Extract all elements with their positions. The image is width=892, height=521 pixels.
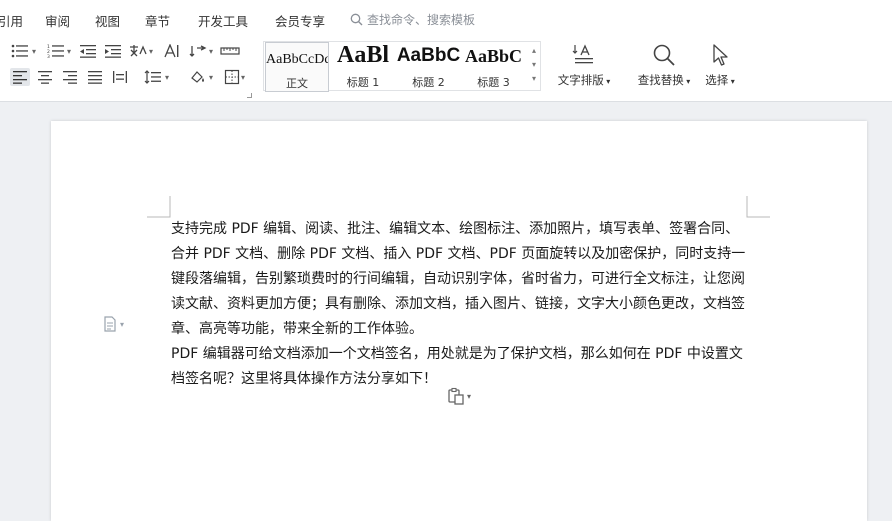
ribbon-toolbar: ▾ 123 ▾ ▾ ▾ ▾ ▾ ▾ AaBbCcDd 正文 AaBl 标题 1 … <box>0 38 892 102</box>
ruler-icon[interactable] <box>220 42 240 60</box>
distributed-align-icon[interactable] <box>110 68 130 86</box>
style-label: 正文 <box>286 77 308 90</box>
border-icon[interactable] <box>222 68 242 86</box>
select-label: 选择 <box>705 73 729 87</box>
find-replace-button[interactable]: 查找替换 ▾ <box>634 42 694 88</box>
menu-bar: 引用 审阅 视图 章节 开发工具 会员专享 查找命令、搜索模板 <box>0 0 892 38</box>
search-placeholder: 查找命令、搜索模板 <box>367 12 476 27</box>
style-label: 标题 2 <box>412 76 445 89</box>
chevron-down-icon[interactable]: ▾ <box>241 73 245 82</box>
paragraph-2[interactable]: PDF 编辑器可给文档添加一个文档签名，用处就是为了保护文档，那么如何在 PDF… <box>171 342 751 392</box>
text-direction-icon[interactable] <box>162 42 182 60</box>
paragraph-1[interactable]: 支持完成 PDF 编辑、阅读、批注、编辑文本、绘图标注、添加照片，填写表单、签署… <box>171 217 751 342</box>
increase-indent-icon[interactable] <box>103 42 123 60</box>
style-preview: AaBbCcDd <box>266 52 328 67</box>
chevron-down-icon[interactable]: ▾ <box>149 47 153 56</box>
style-heading-3[interactable]: AaBbC 标题 3 <box>461 42 526 90</box>
align-center-icon[interactable] <box>35 68 55 86</box>
style-preview: AaBl <box>336 42 389 68</box>
paragraph-settings-launcher[interactable] <box>247 93 252 98</box>
numbered-list-icon[interactable]: 123 <box>46 42 66 60</box>
text-layout-icon <box>554 42 614 68</box>
menu-references[interactable]: 引用 <box>0 11 23 30</box>
style-heading-2[interactable]: AaBbC 标题 2 <box>396 42 461 90</box>
align-left-icon[interactable] <box>10 68 30 86</box>
paste-options-icon[interactable]: ▾ <box>447 387 471 405</box>
gallery-scroll[interactable]: ▴ ▾ ▾ <box>530 44 538 88</box>
line-spacing-icon[interactable] <box>143 68 163 86</box>
menu-developer[interactable]: 开发工具 <box>198 11 248 30</box>
chinese-layout-icon[interactable] <box>128 42 148 60</box>
magnifier-icon <box>634 42 694 68</box>
style-normal[interactable]: AaBbCcDd 正文 <box>265 42 329 92</box>
chevron-down-icon[interactable]: ▾ <box>530 58 538 72</box>
menu-review[interactable]: 审阅 <box>45 11 70 30</box>
style-label: 标题 3 <box>477 76 510 89</box>
style-gallery: AaBbCcDd 正文 AaBl 标题 1 AaBbC 标题 2 AaBbC 标… <box>263 41 541 92</box>
paragraph-layout-icon[interactable]: ▾ <box>103 316 124 332</box>
command-search[interactable]: 查找命令、搜索模板 <box>350 10 475 28</box>
style-preview: AaBbC <box>396 45 461 66</box>
chevron-down-icon[interactable]: ▾ <box>165 73 169 82</box>
justify-icon[interactable] <box>85 68 105 86</box>
search-icon <box>350 13 363 25</box>
text-layout-button[interactable]: 文字排版 ▾ <box>554 42 614 88</box>
shading-icon[interactable] <box>188 68 208 86</box>
crop-mark-top-left <box>147 196 171 218</box>
chevron-down-icon[interactable]: ▾ <box>32 47 36 56</box>
gallery-expand-icon[interactable]: ▾ <box>530 72 538 86</box>
menu-chapter[interactable]: 章节 <box>145 11 170 30</box>
select-button[interactable]: 选择 ▾ <box>700 42 740 88</box>
find-replace-label: 查找替换 <box>637 73 684 87</box>
chevron-down-icon[interactable]: ▾ <box>67 47 71 56</box>
sort-icon[interactable] <box>188 42 208 60</box>
menu-view[interactable]: 视图 <box>95 11 120 30</box>
bullet-list-icon[interactable] <box>10 42 30 60</box>
text-layout-label: 文字排版 <box>557 73 604 87</box>
style-heading-1[interactable]: AaBl 标题 1 <box>330 42 396 90</box>
cursor-arrow-icon <box>700 42 740 68</box>
decrease-indent-icon[interactable] <box>78 42 98 60</box>
document-body[interactable]: 支持完成 PDF 编辑、阅读、批注、编辑文本、绘图标注、添加照片，填写表单、签署… <box>171 217 751 392</box>
align-right-icon[interactable] <box>60 68 80 86</box>
menu-member[interactable]: 会员专享 <box>275 11 325 30</box>
document-page[interactable]: ▾ 支持完成 PDF 编辑、阅读、批注、编辑文本、绘图标注、添加照片，填写表单、… <box>51 121 867 521</box>
chevron-down-icon[interactable]: ▾ <box>467 392 471 401</box>
chevron-down-icon[interactable]: ▾ <box>209 73 213 82</box>
svg-text:3: 3 <box>47 54 50 58</box>
chevron-down-icon[interactable]: ▾ <box>209 47 213 56</box>
style-preview: AaBbC <box>464 46 522 66</box>
style-label: 标题 1 <box>346 76 380 89</box>
crop-mark-top-right <box>746 196 770 218</box>
chevron-down-icon[interactable]: ▾ <box>120 320 124 329</box>
chevron-up-icon[interactable]: ▴ <box>530 44 538 58</box>
